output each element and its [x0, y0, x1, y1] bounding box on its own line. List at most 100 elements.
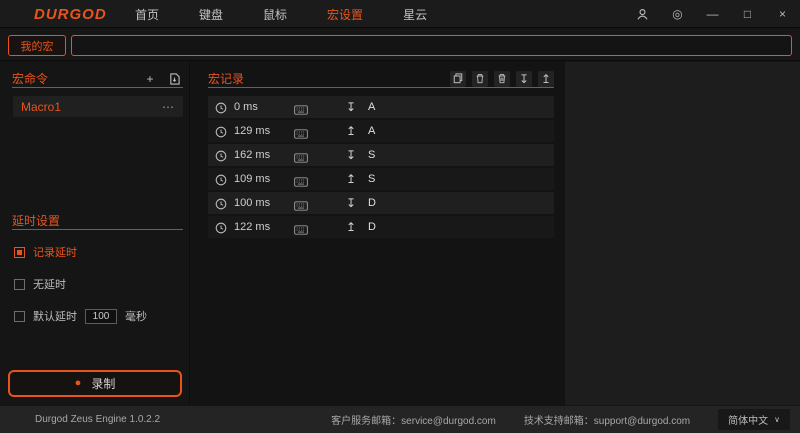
record-time: 129 ms [234, 125, 270, 137]
option-record-delay[interactable]: 记录延时 [14, 244, 77, 260]
no-delay-checkbox[interactable] [14, 279, 25, 290]
delay-settings-title: 延时设置 [12, 212, 60, 229]
nav-tab-mouse[interactable]: 鼠标 [263, 6, 287, 23]
add-macro-icon[interactable]: + [142, 71, 158, 87]
window-controls: ◎ — □ × [625, 0, 800, 28]
clock-icon [215, 197, 227, 215]
option-no-delay[interactable]: 无延时 [14, 276, 66, 292]
default-delay-unit: 毫秒 [125, 308, 147, 324]
app-version: Durgod Zeus Engine 1.0.2.2 [35, 414, 160, 425]
macro-more-icon[interactable]: ⋯ [162, 100, 175, 114]
support-email: 技术支持邮箱：support@durgod.com [524, 412, 690, 427]
keyboard-icon [294, 222, 308, 240]
titlebar: DURGOD 首页 键盘 鼠标 宏设置 星云 ◎ — □ × [0, 0, 800, 28]
keyboard-icon [294, 198, 308, 216]
record-time: 109 ms [234, 173, 270, 185]
export-record-icon[interactable]: ↥ [538, 71, 554, 87]
clear-records-icon[interactable] [494, 71, 510, 87]
record-delay-label: 记录延时 [33, 244, 77, 260]
durgod-zeus-engine-window: DURGOD 首页 键盘 鼠标 宏设置 星云 ◎ — □ × 我的宏 宏命令 [0, 0, 800, 433]
nav-tab-nebula[interactable]: 星云 [403, 6, 427, 23]
record-dot-icon: ● [75, 378, 82, 389]
durgod-logo: DURGOD [34, 6, 107, 23]
copy-record-icon[interactable] [450, 71, 466, 87]
macro-name: Macro1 [21, 100, 162, 114]
delete-record-icon[interactable] [472, 71, 488, 87]
minimize-button[interactable]: — [695, 0, 730, 28]
record-time: 0 ms [234, 101, 258, 113]
default-delay-checkbox[interactable] [14, 311, 25, 322]
no-delay-label: 无延时 [33, 276, 66, 292]
key-down-icon: ↧ [346, 196, 356, 210]
close-button[interactable]: × [765, 0, 800, 28]
keyboard-icon [294, 102, 308, 120]
macro-commands-header: 宏命令 + [12, 70, 182, 87]
service-email: 客户服务邮箱：service@durgod.com [331, 412, 496, 427]
my-macros-tab[interactable]: 我的宏 [8, 35, 66, 56]
macro-tab-strip [71, 35, 792, 56]
macro-command-panel: 宏命令 + Macro1 ⋯ 延时设置 记录延时 [0, 62, 190, 405]
default-delay-input[interactable] [85, 309, 117, 324]
statusbar-right: 客户服务邮箱：service@durgod.com 技术支持邮箱：support… [331, 409, 790, 430]
keyboard-icon [294, 150, 308, 168]
key-up-icon: ↥ [346, 124, 356, 138]
user-account-icon[interactable] [625, 0, 660, 28]
nav-tab-home[interactable]: 首页 [135, 6, 159, 23]
import-record-icon[interactable]: ↧ [516, 71, 532, 87]
maximize-button[interactable]: □ [730, 0, 765, 28]
record-key: S [368, 149, 375, 161]
key-up-icon: ↥ [346, 172, 356, 186]
nav-tab-macro-settings[interactable]: 宏设置 [327, 6, 363, 23]
delay-divider [12, 229, 183, 230]
macro-record-row[interactable]: 109 ms ↥ S [208, 168, 554, 190]
default-delay-label: 默认延时 [33, 308, 77, 324]
record-key: D [368, 197, 376, 209]
clock-icon [215, 173, 227, 191]
commands-divider [12, 87, 183, 88]
language-label: 简体中文 [728, 412, 768, 427]
macro-record-title: 宏记录 [208, 70, 450, 87]
macro-record-row[interactable]: 100 ms ↧ D [208, 192, 554, 214]
settings-icon[interactable]: ◎ [660, 0, 695, 28]
nav-tab-keyboard[interactable]: 键盘 [199, 6, 223, 23]
statusbar: Durgod Zeus Engine 1.0.2.2 客户服务邮箱：servic… [0, 406, 800, 433]
record-key: A [368, 125, 375, 137]
delay-settings-header: 延时设置 [12, 212, 182, 229]
macro-commands-actions: + [142, 71, 182, 87]
macro-record-list: 0 ms ↧ A 129 ms ↥ A 162 ms ↧ [208, 96, 554, 240]
record-time: 162 ms [234, 149, 270, 161]
keyboard-icon [294, 174, 308, 192]
chevron-down-icon: ∨ [774, 415, 780, 424]
language-selector[interactable]: 简体中文 ∨ [718, 409, 790, 430]
clock-icon [215, 149, 227, 167]
key-down-icon: ↧ [346, 100, 356, 114]
record-button[interactable]: ● 录制 [8, 370, 182, 397]
macro-record-header: 宏记录 ↧ ↥ [208, 70, 554, 87]
keyboard-icon [294, 126, 308, 144]
macro-record-row[interactable]: 0 ms ↧ A [208, 96, 554, 118]
clock-icon [215, 125, 227, 143]
macro-list-item[interactable]: Macro1 ⋯ [13, 96, 183, 117]
record-time: 100 ms [234, 197, 270, 209]
import-macro-icon[interactable] [166, 71, 182, 87]
record-delay-checkbox[interactable] [14, 247, 25, 258]
record-key: A [368, 101, 375, 113]
macro-commands-title: 宏命令 [12, 70, 142, 87]
clock-icon [215, 101, 227, 119]
option-default-delay[interactable]: 默认延时 毫秒 [14, 308, 147, 324]
record-divider [208, 87, 554, 88]
record-key: D [368, 221, 376, 233]
main-nav: 首页 键盘 鼠标 宏设置 星云 [135, 0, 427, 28]
content-area: 宏命令 + Macro1 ⋯ 延时设置 记录延时 [0, 62, 800, 405]
key-down-icon: ↧ [346, 148, 356, 162]
right-empty-area [565, 62, 800, 405]
macro-record-row[interactable]: 129 ms ↥ A [208, 120, 554, 142]
macro-record-row[interactable]: 122 ms ↥ D [208, 216, 554, 238]
record-button-label: 录制 [91, 375, 115, 392]
record-key: S [368, 173, 375, 185]
macro-record-toolbar: ↧ ↥ [450, 71, 554, 87]
key-up-icon: ↥ [346, 220, 356, 234]
macro-record-panel: 宏记录 ↧ ↥ [191, 62, 565, 405]
record-time: 122 ms [234, 221, 270, 233]
macro-record-row[interactable]: 162 ms ↧ S [208, 144, 554, 166]
